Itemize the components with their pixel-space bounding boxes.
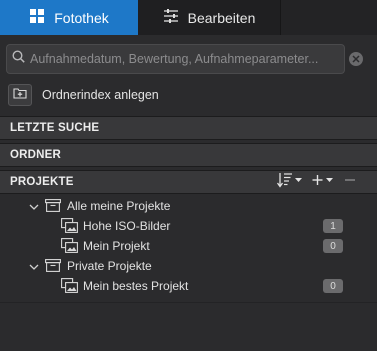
count-badge: 1 [323, 219, 343, 233]
photo-stack-icon [61, 218, 78, 236]
tab-fotothek[interactable]: Fotothek [0, 0, 138, 35]
tree-item-mein-projekt[interactable]: Mein Projekt 0 [0, 236, 377, 256]
add-folder-index-button[interactable] [8, 84, 32, 106]
photo-stack-icon [61, 278, 78, 296]
chevron-down-icon[interactable] [29, 201, 39, 211]
sliders-icon [163, 9, 179, 26]
tab-fotothek-label: Fotothek [54, 9, 109, 26]
minus-icon [344, 172, 356, 193]
tree-item-label: Mein bestes Projekt [83, 279, 189, 293]
project-group-icon [45, 259, 61, 275]
tree-item-label: Mein Projekt [83, 239, 150, 253]
section-projects-title: PROJEKTE [10, 176, 74, 188]
grid-icon [29, 8, 45, 27]
tab-bearbeiten[interactable]: Bearbeiten [138, 0, 280, 35]
add-project-button[interactable] [312, 173, 336, 191]
tree-group-all-projects[interactable]: Alle meine Projekte [0, 196, 377, 216]
section-folders-title: ORDNER [10, 149, 62, 161]
tree-group-private-projects[interactable]: Private Projekte [0, 256, 377, 276]
search-icon [12, 50, 25, 68]
section-recent-search[interactable]: LETZTE SUCHE [0, 116, 377, 140]
photo-stack-icon [61, 238, 78, 256]
project-group-icon [45, 199, 61, 215]
section-recent-search-title: LETZTE SUCHE [10, 122, 100, 134]
tree-group-label: Alle meine Projekte [67, 199, 171, 213]
tree-item-hohe-iso[interactable]: Hohe ISO-Bilder 1 [0, 216, 377, 236]
chevron-down-icon[interactable] [29, 261, 39, 271]
search-box [6, 44, 345, 74]
count-badge: 0 [323, 239, 343, 253]
sort-icon [276, 172, 303, 193]
tree-item-label: Hohe ISO-Bilder [83, 219, 171, 233]
tree-item-mein-bestes-projekt[interactable]: Mein bestes Projekt 0 [0, 276, 377, 296]
folder-add-icon [13, 86, 27, 104]
tab-bar: Fotothek Bearbeiten [0, 0, 377, 35]
clear-search-button[interactable] [349, 52, 363, 66]
divider [0, 302, 377, 303]
library-panel: Fotothek Bearbeiten Aufnahmedatum, Bewer… [0, 0, 377, 351]
tab-bearbeiten-label: Bearbeiten [187, 9, 256, 26]
sort-button[interactable] [276, 172, 303, 193]
tab-bar-filler [280, 0, 377, 35]
close-icon [352, 50, 360, 68]
search-input[interactable] [30, 52, 344, 66]
remove-project-button[interactable] [344, 173, 356, 191]
plus-icon [312, 172, 336, 193]
tree-group-label: Private Projekte [67, 259, 152, 273]
folder-index-label[interactable]: Ordnerindex anlegen [42, 88, 159, 102]
section-folders[interactable]: ORDNER [0, 143, 377, 167]
count-badge: 0 [323, 279, 343, 293]
